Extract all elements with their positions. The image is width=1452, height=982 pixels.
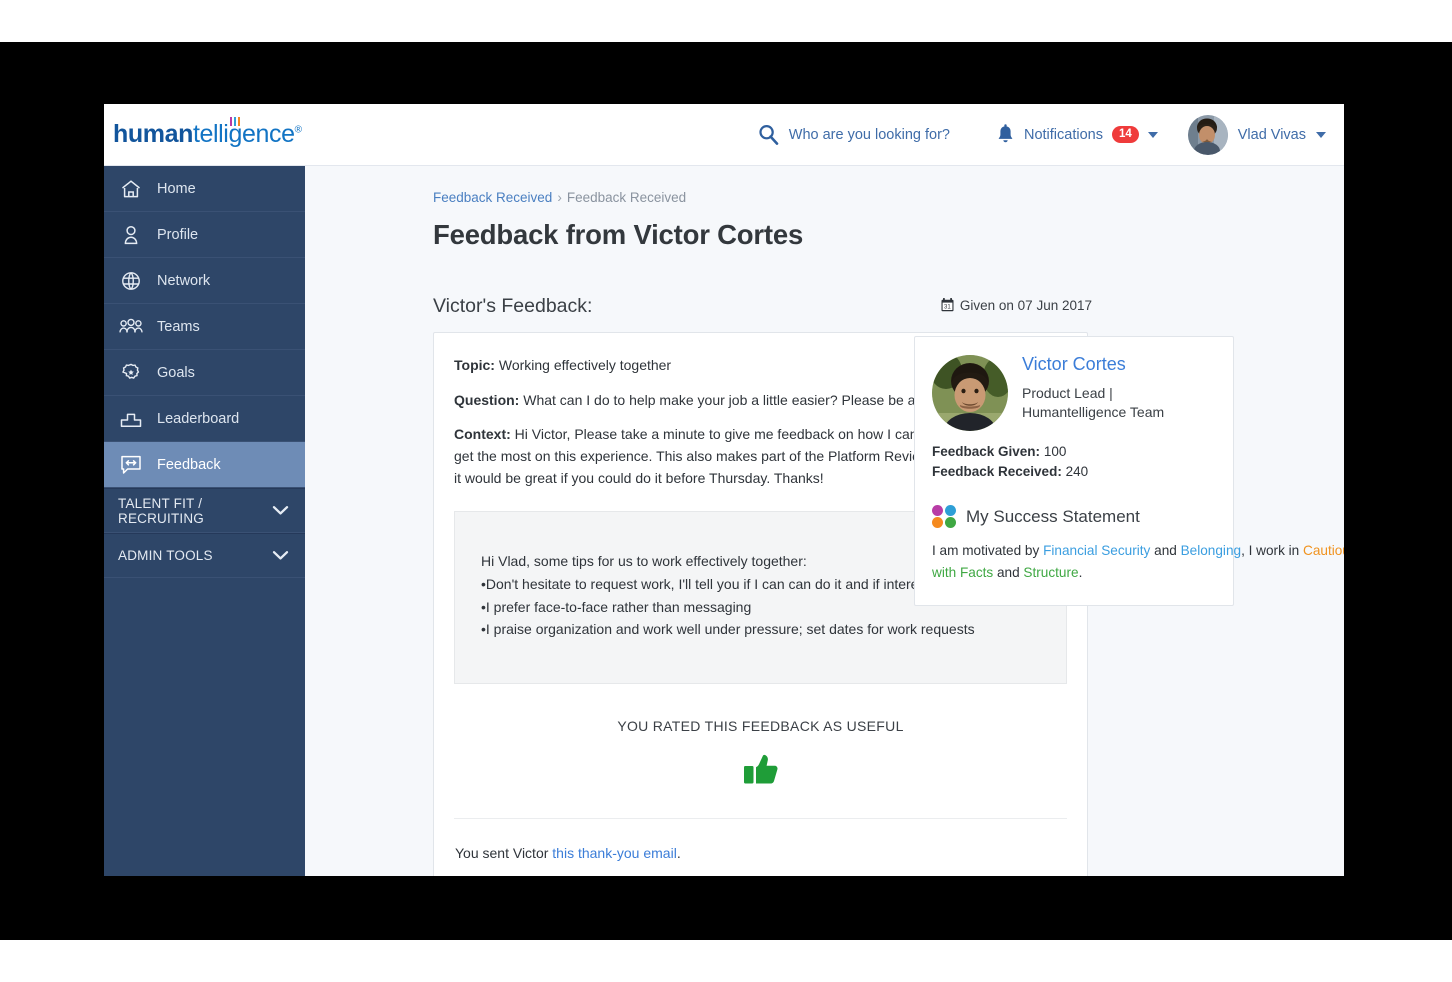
chevron-down-icon bbox=[272, 505, 289, 516]
chevron-down-icon[interactable] bbox=[1147, 131, 1158, 138]
svg-text:31: 31 bbox=[944, 305, 951, 311]
person-icon bbox=[118, 222, 144, 248]
profile-team: Humantelligence Team bbox=[1022, 404, 1165, 421]
success-statement-title: My Success Statement bbox=[966, 506, 1140, 526]
user-menu-trigger[interactable]: Vlad Vivas bbox=[1187, 114, 1326, 155]
calendar-icon: 31 bbox=[941, 298, 954, 312]
rating-section: YOU RATED THIS FEEDBACK AS USEFUL bbox=[454, 684, 1067, 820]
sidebar-item-label: Teams bbox=[157, 318, 200, 335]
given-on-date: 31 Given on 07 Jun 2017 bbox=[941, 298, 1092, 313]
profile-name-link[interactable]: Victor Cortes bbox=[1022, 354, 1164, 375]
sidebar-item-label: Profile bbox=[157, 226, 199, 243]
feedback-context-label: Context: bbox=[454, 426, 511, 443]
speech-arrows-icon bbox=[118, 452, 144, 478]
logo-registered-mark: ® bbox=[294, 124, 302, 136]
logo-accent-ticks bbox=[230, 117, 240, 126]
thank-you-prefix: You sent Victor bbox=[455, 845, 553, 862]
feedback-topic-value: Working effectively together bbox=[498, 357, 672, 373]
sidebar-item-label: Leaderboard bbox=[157, 410, 240, 427]
thank-you-note: You sent Victor this thank-you email. bbox=[454, 819, 1067, 876]
thank-you-email-link[interactable]: this thank-you email bbox=[552, 845, 677, 861]
top-bar-actions: Who are you looking for? Notifications 1… bbox=[758, 114, 1344, 155]
feedback-given-row: Feedback Given: 100 bbox=[932, 442, 1215, 462]
profile-role: Product Lead | Humantelligence Team bbox=[1022, 384, 1164, 423]
logo-text-telligence: telligence bbox=[192, 120, 295, 148]
four-dots-logo-icon bbox=[932, 504, 956, 529]
feedback-given-label: Feedback Given: bbox=[932, 444, 1041, 459]
profile-stats: Feedback Given: 100 Feedback Received: 2… bbox=[932, 442, 1215, 483]
sidebar-item-home[interactable]: Home bbox=[104, 166, 305, 212]
breadcrumb: Feedback Received › Feedback Received bbox=[433, 190, 1344, 205]
feedback-received-row: Feedback Received: 240 bbox=[932, 462, 1215, 482]
brand-logo[interactable]: humantelligence® bbox=[113, 117, 302, 149]
profile-role-title: Product Lead | bbox=[1022, 384, 1113, 401]
answer-line: •I praise organization and work well und… bbox=[481, 621, 975, 638]
trait-belonging: Belonging bbox=[1180, 542, 1242, 558]
notifications-trigger[interactable]: Notifications 14 bbox=[996, 124, 1158, 145]
user-name-label: Vlad Vivas bbox=[1237, 126, 1306, 143]
sidebar-group-admin-tools[interactable]: ADMIN TOOLS bbox=[104, 533, 305, 578]
badge-star-icon bbox=[118, 360, 144, 386]
feedback-question-label: Question: bbox=[454, 391, 520, 408]
sidebar-item-label: Home bbox=[157, 180, 196, 197]
breadcrumb-current: Feedback Received bbox=[566, 190, 687, 205]
statement-part: , I work in bbox=[1241, 542, 1304, 558]
feedback-received-label: Feedback Received: bbox=[932, 464, 1062, 480]
application-window: humantelligence® Who are you looking for… bbox=[104, 104, 1344, 876]
feedback-received-value: 240 bbox=[1065, 464, 1089, 480]
sidebar-item-label: Goals bbox=[157, 364, 195, 381]
profile-header: Victor Cortes Product Lead | Humantellig… bbox=[932, 354, 1215, 431]
search-placeholder-text: Who are you looking for? bbox=[788, 126, 950, 143]
profile-card: Victor Cortes Product Lead | Humantellig… bbox=[914, 336, 1344, 607]
search-trigger[interactable]: Who are you looking for? bbox=[758, 124, 950, 145]
thumbs-up-icon[interactable] bbox=[454, 752, 1067, 786]
page-title: Feedback from Victor Cortes bbox=[433, 219, 804, 250]
sidebar-group-talent-fit-recruiting[interactable]: TALENT FIT / RECRUITING bbox=[104, 488, 305, 533]
trait-financial-security: Financial Security bbox=[1043, 542, 1151, 558]
sidebar-item-goals[interactable]: Goals bbox=[104, 350, 305, 396]
statement-part: and bbox=[1150, 542, 1181, 558]
sidebar-item-teams[interactable]: Teams bbox=[104, 304, 305, 350]
rating-label: YOU RATED THIS FEEDBACK AS USEFUL bbox=[617, 718, 904, 735]
feedback-topic-label: Topic: bbox=[454, 357, 495, 373]
chevron-down-icon bbox=[272, 550, 289, 561]
search-icon bbox=[758, 124, 779, 145]
top-bar: humantelligence® Who are you looking for… bbox=[104, 104, 1344, 166]
avatar bbox=[932, 355, 1008, 431]
people-icon bbox=[118, 314, 144, 340]
podium-icon bbox=[118, 406, 144, 432]
profile-identity: Victor Cortes Product Lead | Humantellig… bbox=[1022, 354, 1164, 431]
sidebar-item-leaderboard[interactable]: Leaderboard bbox=[104, 396, 305, 442]
chevron-down-icon[interactable] bbox=[1316, 131, 1326, 138]
sidebar-item-feedback[interactable]: Feedback bbox=[104, 442, 305, 488]
section-title: Victor's Feedback: bbox=[433, 295, 593, 317]
sidebar-item-label: Feedback bbox=[157, 456, 221, 473]
notifications-label: Notifications bbox=[1023, 126, 1103, 143]
sidebar: Home Profile Network Teams Goals Leaderb… bbox=[104, 166, 305, 876]
logo-text-human: human bbox=[113, 120, 193, 148]
sidebar-item-label: Network bbox=[157, 272, 211, 289]
sidebar-item-network[interactable]: Network bbox=[104, 258, 305, 304]
statement-part: I am motivated by bbox=[932, 542, 1044, 558]
success-statement-header: My Success Statement bbox=[932, 504, 1215, 529]
given-on-text: Given on 07 Jun 2017 bbox=[959, 297, 1092, 313]
feedback-given-value: 100 bbox=[1043, 444, 1067, 459]
trait-cautious: Cautious bbox=[1303, 542, 1344, 558]
bell-icon bbox=[996, 124, 1015, 145]
thank-you-suffix: . bbox=[676, 845, 681, 862]
globe-icon bbox=[118, 268, 144, 294]
success-statement-text: I am motivated by Financial Security and… bbox=[932, 540, 1344, 586]
feedback-section-header: Victor's Feedback: 31 Given on 07 Jun 20… bbox=[433, 295, 1092, 318]
breadcrumb-link-feedback-received[interactable]: Feedback Received bbox=[433, 190, 552, 205]
sidebar-group-label: TALENT FIT / RECRUITING bbox=[118, 495, 204, 526]
statement-part: . bbox=[1078, 565, 1083, 581]
sidebar-item-profile[interactable]: Profile bbox=[104, 212, 305, 258]
breadcrumb-separator: › bbox=[557, 190, 562, 205]
trait-structure: Structure bbox=[1023, 565, 1079, 581]
home-icon bbox=[118, 176, 144, 202]
sidebar-group-label: ADMIN TOOLS bbox=[118, 548, 213, 563]
avatar bbox=[1187, 114, 1228, 155]
notifications-count-badge: 14 bbox=[1111, 125, 1139, 144]
statement-part: and bbox=[993, 565, 1024, 581]
